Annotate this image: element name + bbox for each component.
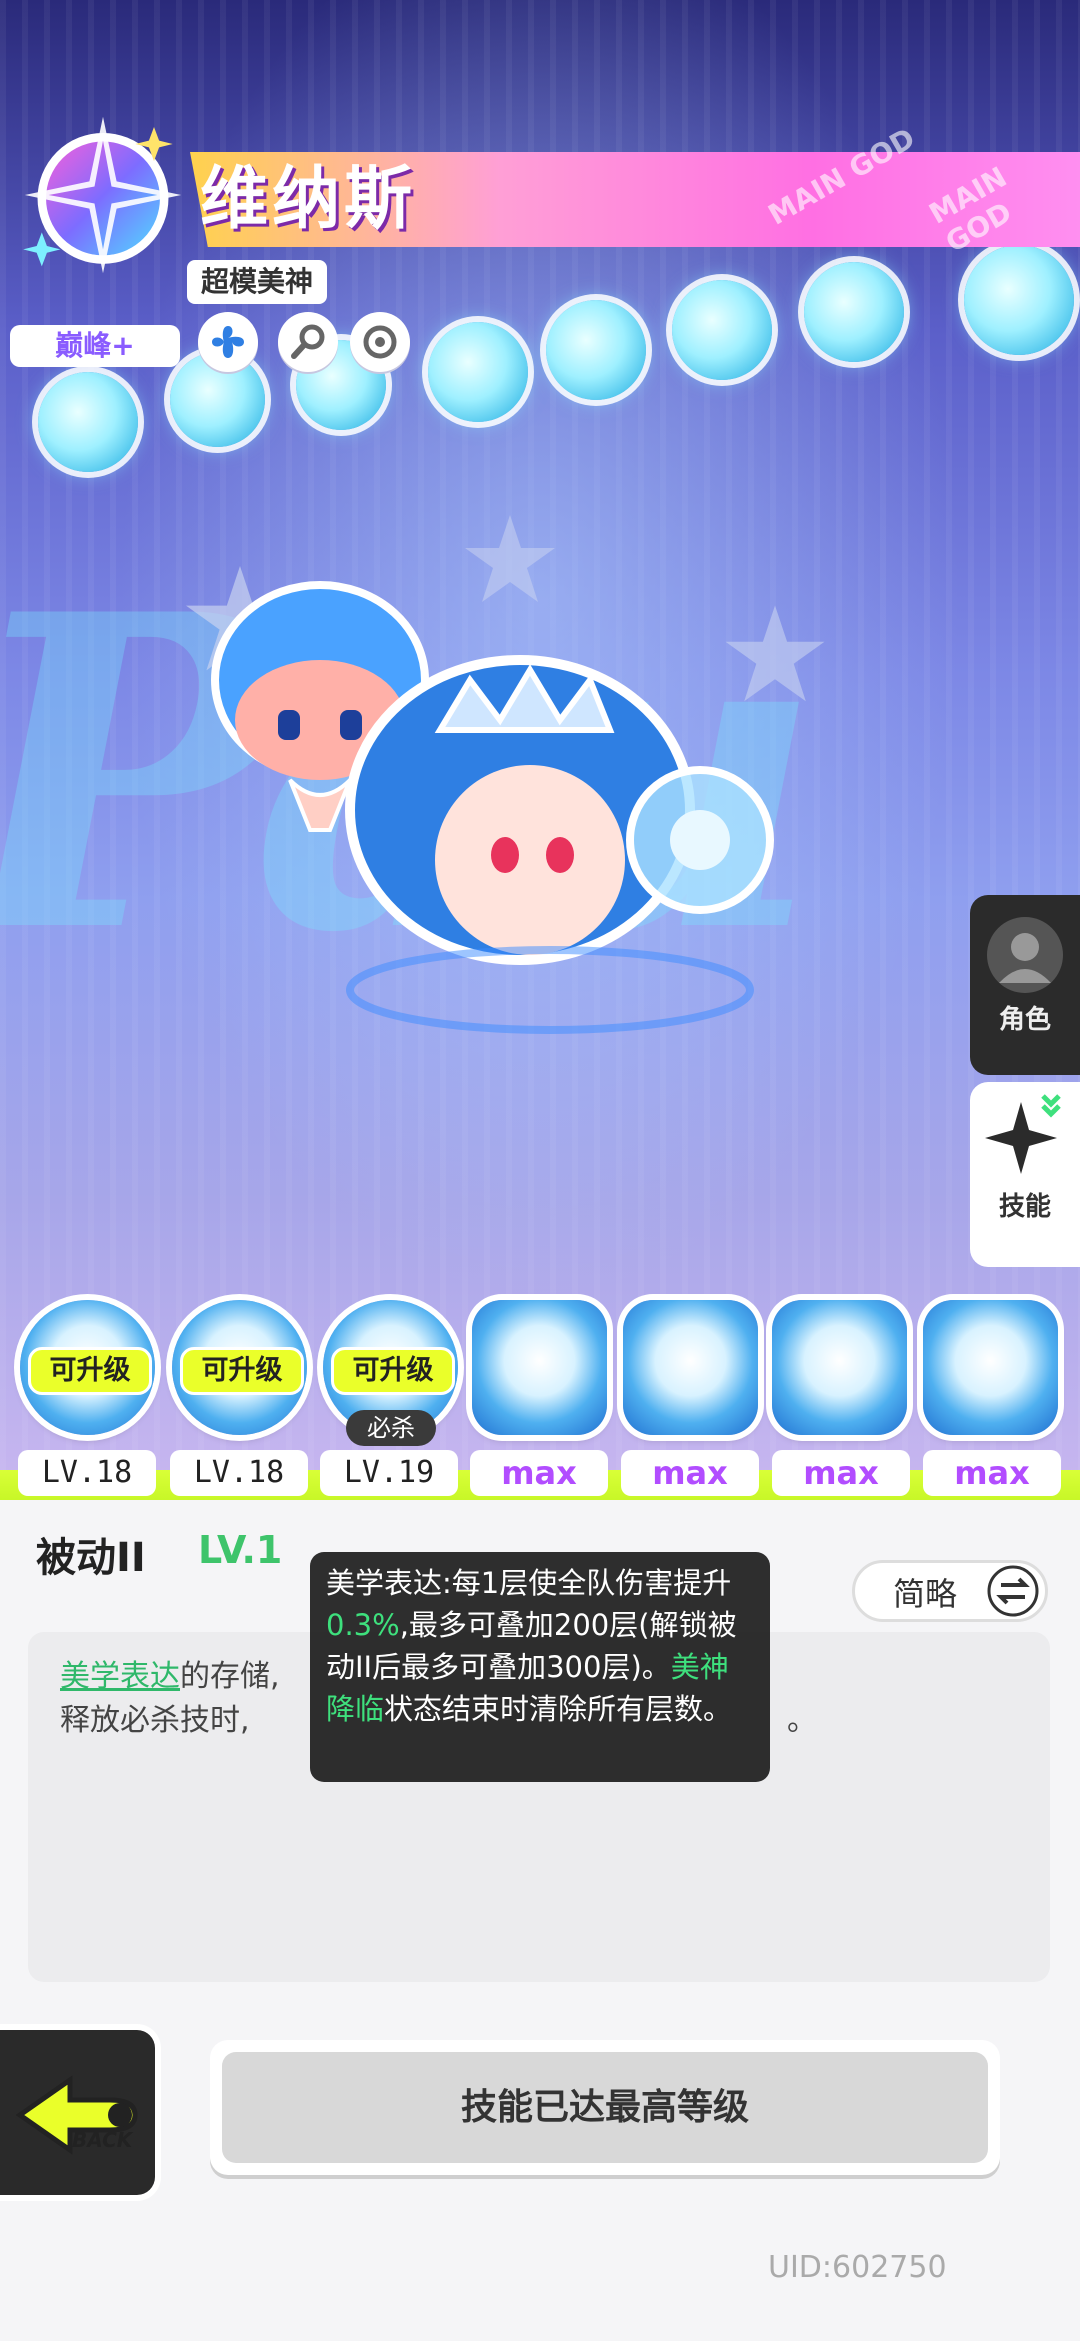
skill-slot-5[interactable]: [623, 1300, 758, 1435]
search-key-icon[interactable]: [278, 312, 338, 372]
bubble: [804, 262, 904, 362]
skill-level: max: [772, 1450, 910, 1496]
skill-star-icon: [985, 1094, 1061, 1174]
max-level-button[interactable]: 技能已达最高等级: [222, 2052, 988, 2163]
keyword-link[interactable]: 美学表达: [60, 1659, 180, 1694]
user-id: UID:602750: [768, 2250, 947, 2285]
skill-slot-6[interactable]: [772, 1300, 907, 1435]
skill-name: 被动II: [36, 1535, 146, 1581]
ultimate-tag: 必杀: [346, 1410, 436, 1446]
character-illustration: [211, 581, 774, 1034]
skill-level: LV.18: [18, 1450, 156, 1496]
skill-slot-4[interactable]: [472, 1300, 607, 1435]
upgradable-badge: 可升级: [28, 1347, 152, 1395]
skill-level: LV.19: [320, 1450, 458, 1496]
character-avatar-icon: [987, 917, 1063, 993]
tab-character-label: 角色: [998, 1005, 1051, 1035]
tab-character[interactable]: 角色: [970, 895, 1080, 1075]
bubble: [964, 245, 1074, 355]
skill-level: max: [923, 1450, 1061, 1496]
back-button[interactable]: BACK: [0, 2030, 155, 2195]
skill-level: max: [470, 1450, 608, 1496]
upgradable-badge: 可升级: [331, 1347, 455, 1395]
tab-skill-label: 技能: [998, 1192, 1051, 1222]
bubble: [38, 372, 138, 472]
keyword-tooltip: 美学表达:每1层使全队伤害提升0.3%,最多可叠加200层(解锁被动II后最多可…: [310, 1552, 770, 1782]
skill-level-label: LV.1: [198, 1528, 283, 1572]
tab-skill[interactable]: 技能: [970, 1082, 1080, 1267]
character-title: 超模美神: [187, 260, 328, 304]
element-icon[interactable]: [198, 312, 258, 372]
rank-badge: 巅峰+: [10, 325, 180, 367]
target-icon[interactable]: [350, 312, 410, 372]
brief-toggle-label: 简略: [893, 1575, 958, 1613]
character-name: 维纳斯: [200, 160, 417, 239]
back-label: BACK: [72, 2128, 133, 2152]
bubble: [428, 322, 528, 422]
brief-toggle-button[interactable]: 简略: [852, 1560, 1048, 1622]
rarity-emblem-icon: [23, 116, 182, 274]
bubble: [546, 300, 646, 400]
back-arrow-icon: [15, 2075, 138, 2155]
upgradable-badge: 可升级: [180, 1347, 304, 1395]
skill-slot-7[interactable]: [923, 1300, 1058, 1435]
bubble: [672, 280, 772, 380]
skill-level: max: [621, 1450, 759, 1496]
skill-level: LV.18: [170, 1450, 308, 1496]
swap-icon: [987, 1565, 1039, 1617]
